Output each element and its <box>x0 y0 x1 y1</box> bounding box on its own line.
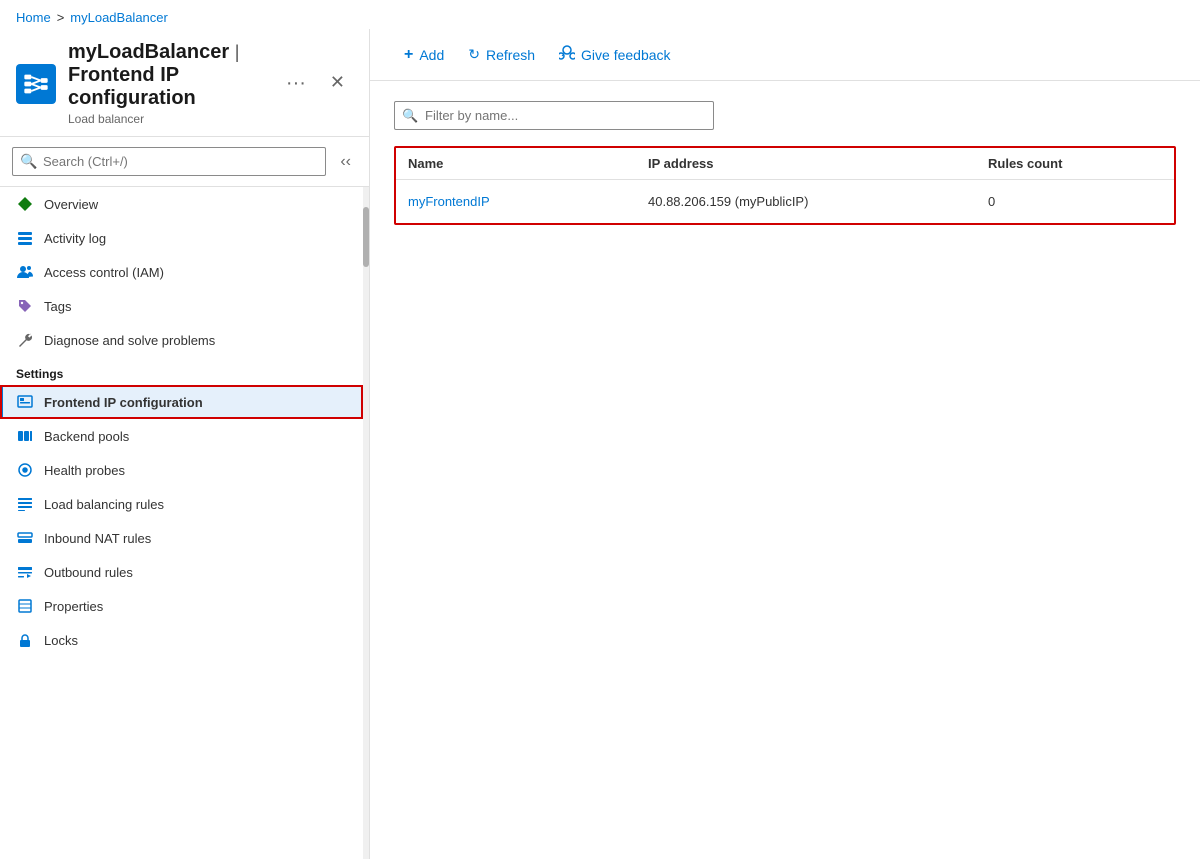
table-row: myFrontendIP 40.88.206.159 (myPublicIP) … <box>396 180 1174 223</box>
header-actions: ··· ✕ <box>278 68 353 99</box>
sidebar-item-frontend-ip[interactable]: Frontend IP configuration <box>0 385 363 419</box>
sidebar-item-label: Tags <box>44 299 71 314</box>
filter-bar-wrap: 🔍 <box>394 101 714 130</box>
tag-icon <box>16 297 34 315</box>
sidebar-item-label: Overview <box>44 197 98 212</box>
filter-icon: 🔍 <box>402 108 418 124</box>
resource-title-block: myLoadBalancer | Frontend IP configurati… <box>68 41 266 126</box>
search-box: 🔍 ‹‹ <box>0 137 369 187</box>
feedback-icon <box>559 45 575 64</box>
cell-ip: 40.88.206.159 (myPublicIP) <box>648 194 988 209</box>
sidebar-item-label: Locks <box>44 633 78 648</box>
sidebar-item-health-probes[interactable]: Health probes <box>0 453 363 487</box>
sidebar-item-tags[interactable]: Tags <box>0 289 363 323</box>
frontend-ip-icon <box>16 393 34 411</box>
close-button[interactable]: ✕ <box>322 68 353 99</box>
wrench-icon <box>16 331 34 349</box>
refresh-icon: ↻ <box>468 46 480 63</box>
sidebar-item-backend-pools[interactable]: Backend pools <box>0 419 363 453</box>
sidebar-item-label: Inbound NAT rules <box>44 531 151 546</box>
outbound-icon <box>16 563 34 581</box>
sidebar-item-outbound-rules[interactable]: Outbound rules <box>0 555 363 589</box>
sidebar-item-activity-log[interactable]: Activity log <box>0 221 363 255</box>
cell-rules-count: 0 <box>988 194 1188 209</box>
col-rules: Rules count <box>988 156 1188 171</box>
refresh-button[interactable]: ↻ Refresh <box>458 40 545 69</box>
lb-rules-icon <box>16 495 34 513</box>
sidebar-item-nat-rules[interactable]: Inbound NAT rules <box>0 521 363 555</box>
breadcrumb-current[interactable]: myLoadBalancer <box>70 10 168 25</box>
sidebar-scrollbar[interactable] <box>363 187 369 859</box>
feedback-button[interactable]: Give feedback <box>549 39 681 70</box>
sidebar-item-label: Access control (IAM) <box>44 265 164 280</box>
toolbar: + Add ↻ Refresh Give feedback <box>370 29 1200 81</box>
sidebar-item-locks[interactable]: Locks <box>0 623 363 657</box>
breadcrumb: Home > myLoadBalancer <box>0 0 1200 29</box>
sidebar-item-label: Health probes <box>44 463 125 478</box>
sidebar-item-properties[interactable]: Properties <box>0 589 363 623</box>
add-button[interactable]: + Add <box>394 40 454 70</box>
resource-subtitle: Load balancer <box>68 112 266 126</box>
table-header: Name IP address Rules count <box>396 148 1174 180</box>
people-icon <box>16 263 34 281</box>
probe-icon <box>16 461 34 479</box>
properties-icon <box>16 597 34 615</box>
add-icon: + <box>404 46 413 64</box>
sidebar-item-access-control[interactable]: Access control (IAM) <box>0 255 363 289</box>
search-icon: 🔍 <box>20 153 37 170</box>
main-content: + Add ↻ Refresh Give feedback 🔍 <box>370 29 1200 859</box>
search-input[interactable] <box>12 147 326 176</box>
row-actions <box>1188 190 1200 213</box>
sidebar-scrollbar-thumb[interactable] <box>363 207 369 267</box>
feedback-label: Give feedback <box>581 47 671 63</box>
sidebar-item-label: Properties <box>44 599 103 614</box>
sidebar-item-lb-rules[interactable]: Load balancing rules <box>0 487 363 521</box>
frontend-ip-link[interactable]: myFrontendIP <box>408 194 490 209</box>
sidebar-item-label: Diagnose and solve problems <box>44 333 215 348</box>
data-table: Name IP address Rules count myFrontendIP… <box>394 146 1176 225</box>
more-options-button[interactable]: ··· <box>278 68 314 99</box>
sidebar-item-label: Frontend IP configuration <box>44 395 203 410</box>
sidebar-item-label: Activity log <box>44 231 106 246</box>
resource-name: myLoadBalancer | Frontend IP configurati… <box>68 41 266 110</box>
sidebar-item-label: Load balancing rules <box>44 497 164 512</box>
list-icon <box>16 229 34 247</box>
resource-page-title: Frontend IP configuration <box>68 64 196 109</box>
add-label: Add <box>419 47 444 63</box>
lock-icon <box>16 631 34 649</box>
col-ip: IP address <box>648 156 988 171</box>
settings-section-label: Settings <box>0 357 363 385</box>
sidebar: myLoadBalancer | Frontend IP configurati… <box>0 29 370 859</box>
filter-input[interactable] <box>394 101 714 130</box>
nav-list: Overview Activity log Access control (IA… <box>0 187 363 859</box>
resource-name-text: myLoadBalancer <box>68 41 229 63</box>
refresh-label: Refresh <box>486 47 535 63</box>
collapse-sidebar-button[interactable]: ‹‹ <box>334 149 357 175</box>
backend-icon <box>16 427 34 445</box>
sidebar-item-diagnose[interactable]: Diagnose and solve problems <box>0 323 363 357</box>
resource-header: myLoadBalancer | Frontend IP configurati… <box>0 29 369 137</box>
load-balancer-icon <box>22 70 50 98</box>
cell-name: myFrontendIP <box>408 194 648 209</box>
filter-bar: 🔍 <box>394 101 1176 130</box>
sidebar-item-label: Outbound rules <box>44 565 133 580</box>
resource-icon <box>16 64 56 104</box>
content-area: 🔍 Name IP address Rules count myFrontend… <box>370 81 1200 859</box>
breadcrumb-sep: > <box>57 10 65 25</box>
col-name: Name <box>408 156 648 171</box>
breadcrumb-home[interactable]: Home <box>16 10 51 25</box>
sidebar-item-label: Backend pools <box>44 429 129 444</box>
diamond-icon <box>16 195 34 213</box>
sidebar-item-overview[interactable]: Overview <box>0 187 363 221</box>
nat-icon <box>16 529 34 547</box>
nav-scroll-container: Overview Activity log Access control (IA… <box>0 187 369 859</box>
